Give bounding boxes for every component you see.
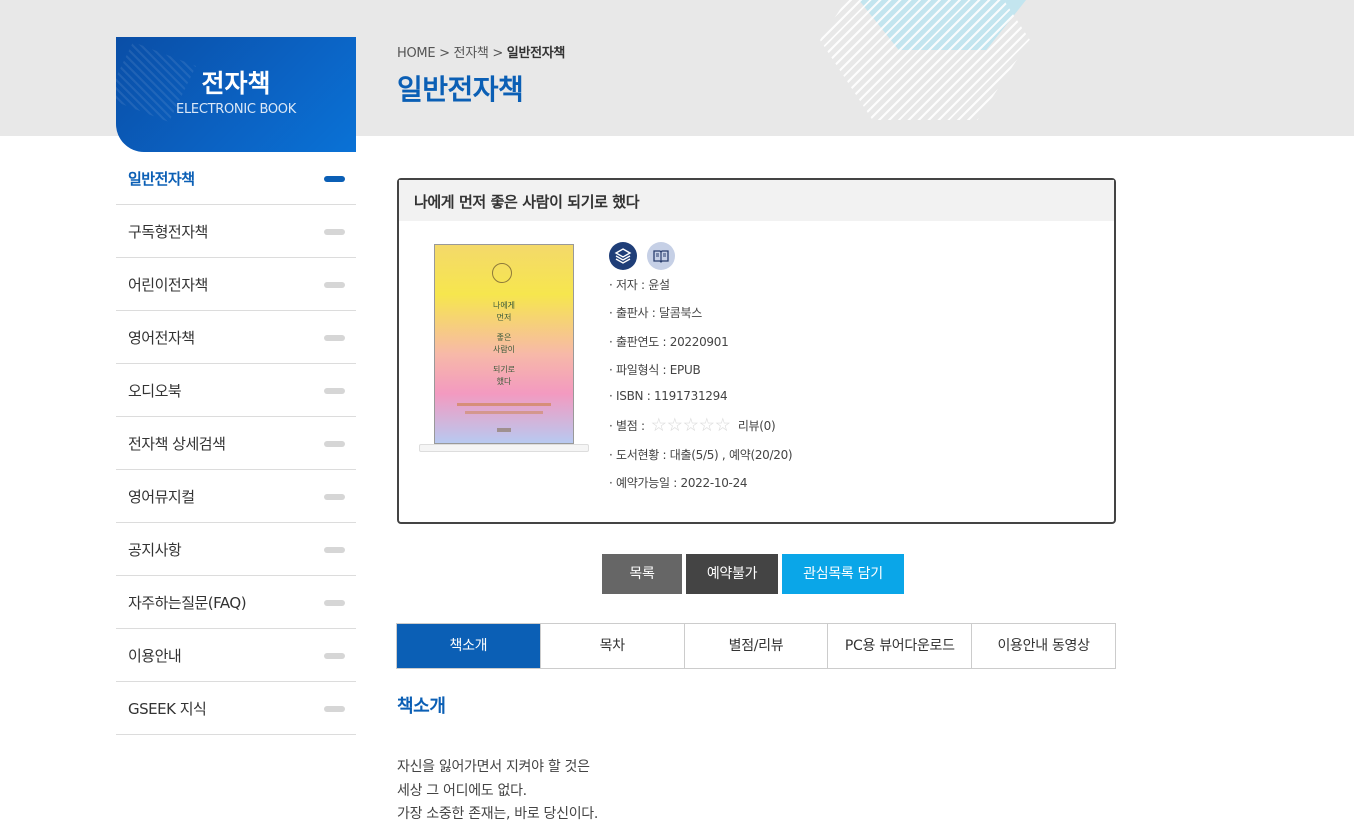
info-isbn: · ISBN : 1191731294	[609, 389, 728, 404]
breadcrumb-home[interactable]: HOME	[397, 46, 436, 61]
star-icon	[715, 417, 730, 432]
decorative-hexagon-striped	[820, 0, 1030, 120]
sidebar-item-label: 영어전자책	[128, 329, 195, 347]
info-status: · 도서현황 : 대출(5/5) , 예약(20/20)	[609, 447, 793, 462]
page-title: 일반전자책	[397, 73, 524, 106]
sidebar-item-guide[interactable]: 이용안내	[116, 629, 356, 682]
menu-indicator	[324, 494, 345, 500]
sidebar-item-label: GSEEK 지식	[128, 700, 207, 718]
info-publish-year: · 출판연도 : 20220901	[609, 334, 729, 349]
sidebar-header: 전자책 ELECTRONIC BOOK	[116, 37, 356, 152]
cover-stand	[419, 444, 589, 452]
format-icons	[609, 242, 680, 270]
sidebar-item-notice[interactable]: 공지사항	[116, 523, 356, 576]
cover-text: 먼저	[496, 313, 512, 322]
book-cover: 나에게 먼저 좋은 사람이 되기로 했다	[434, 244, 574, 444]
book-detail-box: 나에게 먼저 좋은 사람이 되기로 했다 나에게 먼저 좋은 사람이 되기로 했…	[397, 178, 1116, 524]
add-wishlist-button[interactable]: 관심목록 담기	[782, 554, 904, 594]
intro-line: 세상 그 어디에도 없다.	[397, 782, 527, 799]
sidebar-item-english-musical[interactable]: 영어뮤지컬	[116, 470, 356, 523]
book-title: 나에게 먼저 좋은 사람이 되기로 했다	[399, 180, 1114, 221]
breadcrumb-separator: >	[492, 46, 503, 61]
list-button[interactable]: 목록	[602, 554, 682, 594]
ebook-stack-icon	[609, 242, 637, 270]
rating-label: · 별점 :	[609, 419, 645, 434]
star-icon	[667, 417, 682, 432]
menu-indicator	[324, 547, 345, 553]
breadcrumb: HOME > 전자책 > 일반전자책	[397, 42, 565, 61]
menu-indicator	[324, 653, 345, 659]
menu-indicator	[324, 388, 345, 394]
sidebar-item-label: 전자책 상세검색	[128, 435, 226, 453]
sidebar-item-advanced-search[interactable]: 전자책 상세검색	[116, 417, 356, 470]
info-author: · 저자 : 윤설	[609, 278, 670, 292]
cover-stripe	[465, 411, 543, 414]
section-title: 책소개	[397, 696, 446, 717]
sidebar-item-label: 이용안내	[128, 647, 182, 665]
menu-indicator	[324, 600, 345, 606]
sidebar-item-label: 어린이전자책	[128, 276, 208, 294]
tab-book-intro[interactable]: 책소개	[397, 624, 540, 668]
sidebar-item-label: 자주하는질문(FAQ)	[128, 594, 247, 612]
menu-indicator	[324, 282, 345, 288]
sidebar-item-gseek[interactable]: GSEEK 지식	[116, 682, 356, 735]
breadcrumb-current: 일반전자책	[506, 46, 566, 61]
cover-text: 나에게	[492, 301, 516, 310]
cover-publisher-mark	[497, 428, 511, 432]
open-book-icon	[647, 242, 676, 270]
menu-indicator	[324, 441, 345, 447]
sidebar-menu: 일반전자책 구독형전자책 어린이전자책 영어전자책 오디오북 전자책 상세검색 …	[116, 152, 356, 735]
book-intro-text: 자신을 잃어가면서 지켜야 할 것은 세상 그 어디에도 없다. 가장 소중한 …	[397, 756, 598, 827]
info-publisher: · 출판사 : 달콤북스	[609, 306, 702, 321]
breadcrumb-level1[interactable]: 전자책	[454, 46, 489, 61]
sidebar-item-label: 영어뮤지컬	[128, 488, 195, 506]
sidebar-item-label: 일반전자책	[128, 170, 195, 188]
reserve-button[interactable]: 예약불가	[686, 554, 778, 594]
tab-contents[interactable]: 목차	[539, 624, 684, 668]
star-icon	[683, 417, 698, 432]
book-cover-wrap: 나에게 먼저 좋은 사람이 되기로 했다	[419, 242, 589, 452]
rating-stars	[651, 417, 731, 435]
breadcrumb-separator: >	[439, 46, 450, 61]
sidebar-title: 전자책	[201, 69, 271, 98]
action-buttons: 목록 예약불가 관심목록 담기	[602, 554, 908, 594]
sidebar-item-label: 오디오북	[128, 382, 182, 400]
sidebar-item-kids-ebook[interactable]: 어린이전자책	[116, 258, 356, 311]
info-file-format: · 파일형식 : EPUB	[609, 362, 701, 377]
cover-text: 사람이	[492, 345, 516, 354]
sidebar-item-general-ebook[interactable]: 일반전자책	[116, 152, 356, 205]
sidebar-item-label: 구독형전자책	[128, 223, 208, 241]
review-count: 리뷰(0)	[737, 419, 776, 434]
cover-text: 되기로	[492, 365, 516, 374]
sidebar-item-english-ebook[interactable]: 영어전자책	[116, 311, 356, 364]
tab-viewer-download[interactable]: PC용 뷰어다운로드	[827, 624, 971, 668]
tab-reviews[interactable]: 별점/리뷰	[683, 624, 828, 668]
menu-indicator	[324, 229, 345, 235]
sidebar-subtitle: ELECTRONIC BOOK	[176, 102, 296, 117]
cover-text: 좋은	[496, 333, 512, 342]
cover-badge	[492, 263, 512, 283]
detail-tabs: 책소개 목차 별점/리뷰 PC용 뷰어다운로드 이용안내 동영상	[396, 623, 1116, 669]
cover-stripe	[457, 403, 551, 406]
active-indicator	[324, 176, 345, 182]
book-info-list: · 저자 : 윤설 · 출판사 : 달콤북스 · 출판연도 : 20220901…	[609, 276, 793, 502]
tab-guide-video[interactable]: 이용안내 동영상	[971, 624, 1115, 668]
info-rating: · 별점 : 리뷰(0)	[609, 417, 792, 445]
sidebar-item-label: 공지사항	[128, 541, 182, 559]
sidebar-item-faq[interactable]: 자주하는질문(FAQ)	[116, 576, 356, 629]
menu-indicator	[324, 335, 345, 341]
star-icon	[651, 417, 666, 432]
intro-line: 가장 소중한 존재는, 바로 당신이다.	[397, 806, 599, 822]
info-reserve-date: · 예약가능일 : 2022-10-24	[609, 476, 748, 491]
cover-text: 했다	[496, 377, 512, 386]
intro-line: 자신을 잃어가면서 지켜야 할 것은	[397, 759, 590, 775]
star-icon	[699, 417, 714, 432]
sidebar-item-subscription-ebook[interactable]: 구독형전자책	[116, 205, 356, 258]
menu-indicator	[324, 706, 345, 712]
sidebar-item-audiobook[interactable]: 오디오북	[116, 364, 356, 417]
